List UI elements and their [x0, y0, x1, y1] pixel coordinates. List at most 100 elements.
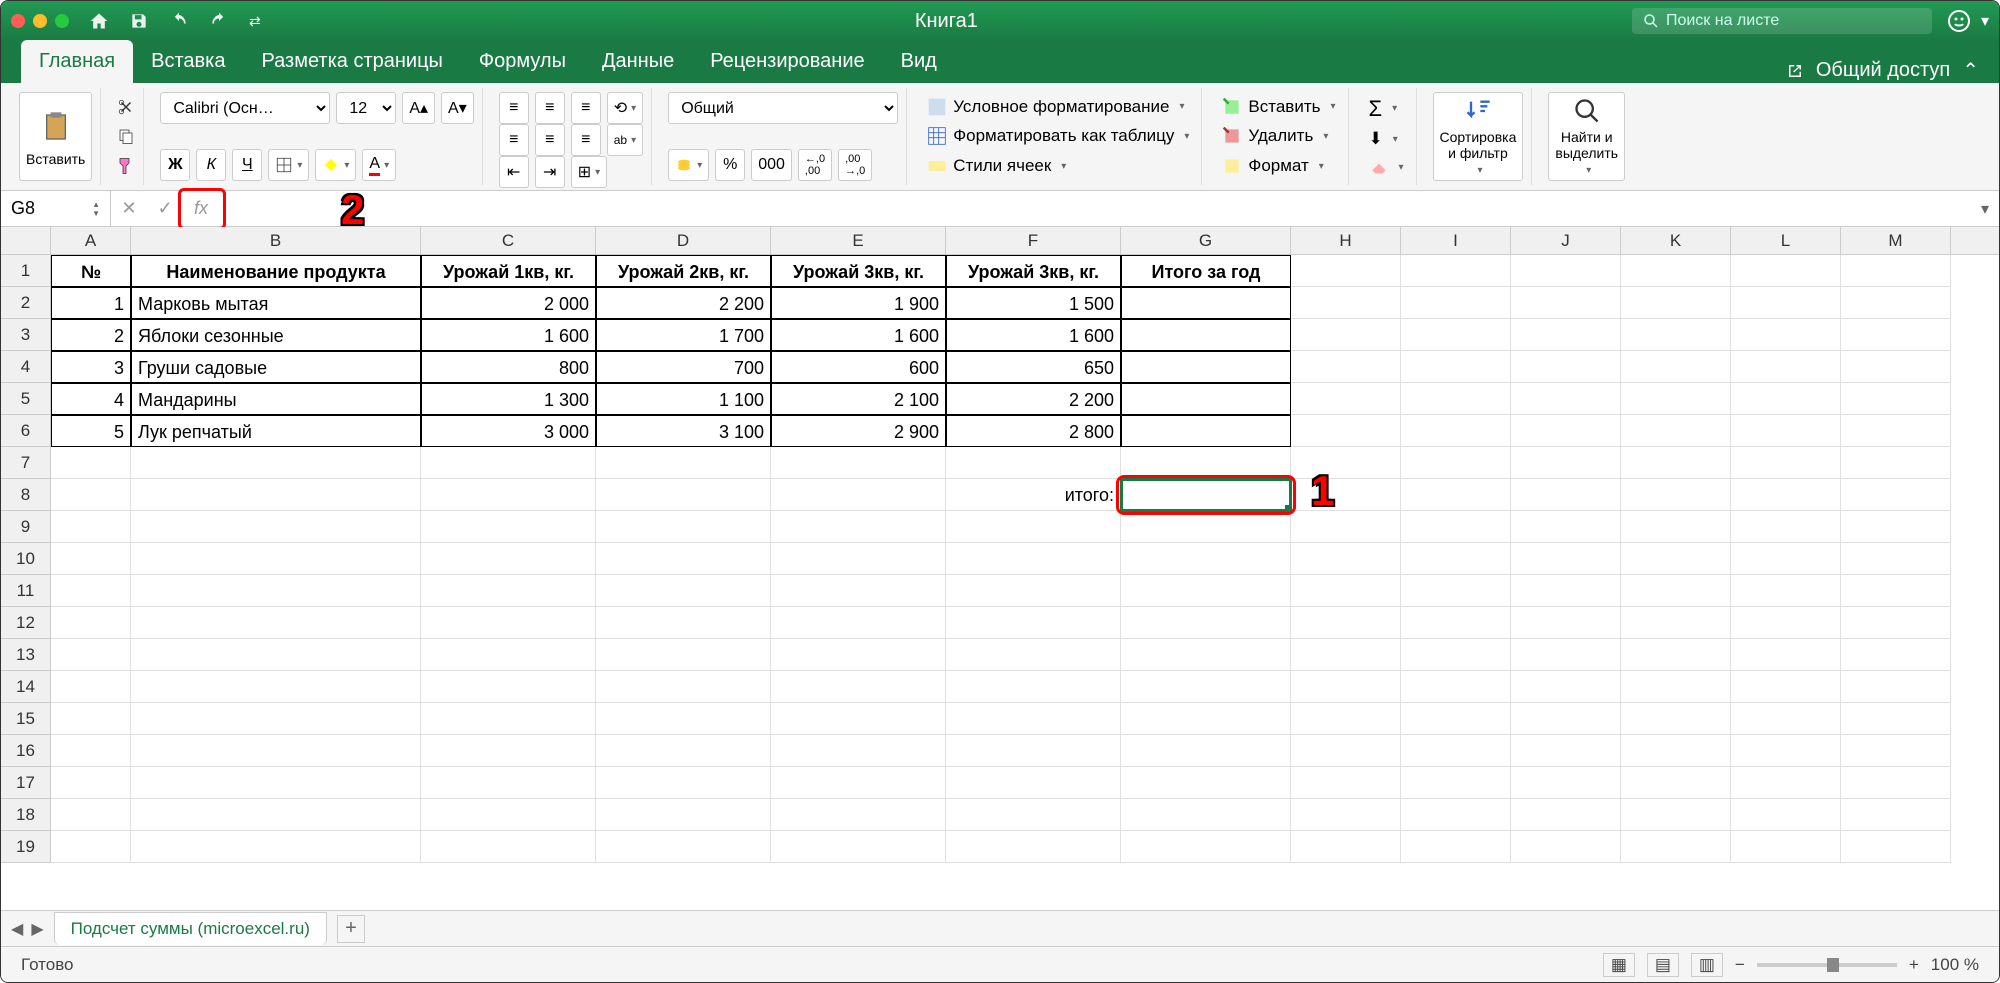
cell[interactable] [421, 607, 596, 639]
insert-cells-button[interactable]: Вставить [1218, 95, 1339, 119]
cell[interactable] [1841, 351, 1951, 383]
merge-button[interactable]: ⊞ [571, 156, 607, 188]
enter-formula-button[interactable]: ✓ [147, 191, 183, 226]
cell[interactable] [1841, 415, 1951, 447]
align-bottom-button[interactable]: ≡ [571, 92, 601, 124]
cell[interactable] [1841, 319, 1951, 351]
cell[interactable] [131, 703, 421, 735]
find-select-button[interactable]: Найти и выделить [1548, 92, 1625, 181]
font-color-button[interactable]: A [362, 149, 396, 181]
orientation-button[interactable]: ⟲ [607, 92, 643, 124]
delete-cells-button[interactable]: Удалить [1218, 124, 1339, 148]
cell[interactable] [51, 671, 131, 703]
increase-indent-button[interactable]: ⇥ [535, 156, 565, 188]
wrap-text-button[interactable]: ab [607, 124, 643, 156]
row-header[interactable]: 8 [1, 479, 50, 511]
cell[interactable] [1291, 671, 1401, 703]
cell[interactable] [1121, 511, 1291, 543]
cell[interactable]: Мандарины [131, 383, 421, 415]
cell[interactable] [1731, 671, 1841, 703]
cut-icon[interactable] [117, 98, 135, 116]
cell[interactable] [1121, 319, 1291, 351]
currency-button[interactable] [668, 149, 709, 181]
column-header[interactable]: M [1841, 227, 1951, 254]
cell[interactable] [131, 511, 421, 543]
cell[interactable] [1621, 383, 1731, 415]
cell[interactable]: 1 100 [596, 383, 771, 415]
cell[interactable] [1731, 255, 1841, 287]
cell[interactable] [596, 799, 771, 831]
column-header[interactable]: C [421, 227, 596, 254]
align-top-button[interactable]: ≡ [499, 92, 529, 124]
save-icon[interactable] [129, 11, 149, 31]
cell[interactable] [1401, 575, 1511, 607]
fill-button[interactable]: ⬇ [1365, 127, 1408, 151]
row-header[interactable]: 5 [1, 383, 50, 415]
cell[interactable] [1621, 447, 1731, 479]
column-header[interactable]: H [1291, 227, 1401, 254]
column-header[interactable]: L [1731, 227, 1841, 254]
cell[interactable] [1511, 799, 1621, 831]
cell[interactable] [1731, 543, 1841, 575]
cell[interactable] [1121, 703, 1291, 735]
cell[interactable] [51, 479, 131, 511]
cell[interactable]: 2 900 [771, 415, 946, 447]
underline-button[interactable]: Ч [232, 149, 262, 181]
cell[interactable] [421, 831, 596, 863]
cell[interactable] [946, 543, 1121, 575]
cell[interactable] [1731, 351, 1841, 383]
cell[interactable] [596, 479, 771, 511]
home-icon[interactable] [89, 11, 109, 31]
cell[interactable] [771, 703, 946, 735]
cell[interactable] [1401, 415, 1511, 447]
cell[interactable] [1841, 255, 1951, 287]
cell[interactable] [1731, 799, 1841, 831]
redo-icon[interactable] [209, 11, 229, 31]
cell[interactable] [1841, 671, 1951, 703]
minimize-window-button[interactable] [33, 14, 47, 28]
cell[interactable]: Лук репчатый [131, 415, 421, 447]
cell[interactable]: 2 800 [946, 415, 1121, 447]
cell[interactable] [1731, 607, 1841, 639]
cell[interactable] [1621, 351, 1731, 383]
cell[interactable] [1731, 767, 1841, 799]
number-format-select[interactable]: Общий [668, 92, 898, 124]
page-layout-view-button[interactable]: ▤ [1647, 953, 1679, 977]
cell[interactable] [1291, 575, 1401, 607]
cell[interactable] [946, 447, 1121, 479]
italic-button[interactable]: К [196, 149, 226, 181]
cell[interactable] [1401, 607, 1511, 639]
prev-sheet-button[interactable]: ◀ [11, 919, 23, 939]
ribbon-tab-разметка страницы[interactable]: Разметка страницы [243, 40, 460, 83]
cell[interactable]: Яблоки сезонные [131, 319, 421, 351]
cell[interactable] [421, 511, 596, 543]
cell[interactable] [1841, 831, 1951, 863]
increase-decimal-button[interactable]: ←,0,00 [798, 149, 832, 181]
cell[interactable] [51, 511, 131, 543]
zoom-level[interactable]: 100 % [1931, 955, 1979, 975]
paste-button[interactable]: Вставить [19, 92, 92, 181]
collapse-ribbon-icon[interactable]: ⌃ [1962, 58, 1979, 83]
cell[interactable]: Марковь мытая [131, 287, 421, 319]
cell[interactable]: Груши садовые [131, 351, 421, 383]
cells-area[interactable]: №Наименование продуктаУрожай 1кв, кг.Уро… [51, 255, 1999, 910]
cell[interactable] [1511, 671, 1621, 703]
cell[interactable]: № [51, 255, 131, 287]
row-header[interactable]: 17 [1, 767, 50, 799]
cell[interactable] [1401, 447, 1511, 479]
cell[interactable] [421, 671, 596, 703]
cell[interactable]: Урожай 3кв, кг. [771, 255, 946, 287]
cell[interactable] [596, 831, 771, 863]
share-button[interactable]: Общий доступ [1816, 59, 1950, 82]
align-left-button[interactable]: ≡ [499, 124, 529, 156]
sheet-tab[interactable]: Подсчет суммы (microexcel.ru) [54, 912, 327, 945]
cell[interactable] [131, 799, 421, 831]
format-as-table-button[interactable]: Форматировать как таблицу [923, 124, 1193, 148]
decrease-indent-button[interactable]: ⇤ [499, 156, 529, 188]
cell[interactable] [596, 639, 771, 671]
cell[interactable] [1121, 543, 1291, 575]
column-header[interactable]: F [946, 227, 1121, 254]
row-header[interactable]: 3 [1, 319, 50, 351]
cell[interactable]: 3 000 [421, 415, 596, 447]
cell[interactable]: 1 600 [421, 319, 596, 351]
